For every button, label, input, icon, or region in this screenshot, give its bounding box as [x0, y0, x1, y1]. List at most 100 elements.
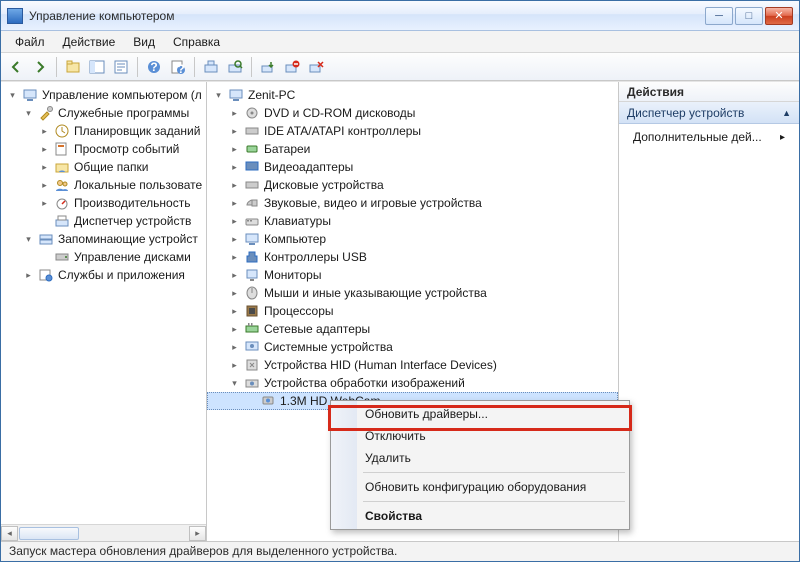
- category-label: Сетевые адаптеры: [264, 322, 370, 336]
- sidebar-item-diskmgmt[interactable]: ▸Управление дисками: [1, 248, 206, 266]
- collapse-icon[interactable]: ▾: [213, 90, 224, 101]
- scroll-right-button[interactable]: ▸: [189, 526, 206, 541]
- expand-icon[interactable]: ▸: [229, 252, 240, 263]
- statusbar: Запуск мастера обновления драйверов для …: [1, 541, 799, 561]
- uninstall-button[interactable]: [281, 56, 303, 78]
- expand-icon[interactable]: ▸: [23, 270, 34, 281]
- scrollbar-horizontal[interactable]: ◂ ▸: [1, 524, 206, 541]
- disable-button[interactable]: [305, 56, 327, 78]
- expand-icon[interactable]: ▸: [39, 144, 50, 155]
- sidebar-item-scheduler[interactable]: ▸ Планировщик заданий: [1, 122, 206, 140]
- expand-icon[interactable]: ▸: [229, 108, 240, 119]
- menu-view[interactable]: Вид: [125, 33, 163, 51]
- device-category[interactable]: ▸Видеоадаптеры: [207, 158, 618, 176]
- properties-button[interactable]: [200, 56, 222, 78]
- item-label: Производительность: [74, 196, 190, 210]
- scroll-left-button[interactable]: ◂: [1, 526, 18, 541]
- device-category[interactable]: ▸Мыши и иные указывающие устройства: [207, 284, 618, 302]
- expand-icon[interactable]: ▸: [229, 288, 240, 299]
- expand-icon[interactable]: ▸: [229, 216, 240, 227]
- device-category[interactable]: ▸Клавиатуры: [207, 212, 618, 230]
- close-button[interactable]: ✕: [765, 7, 793, 25]
- actions-more[interactable]: Дополнительные дей... ▸: [619, 124, 799, 150]
- ctx-disable[interactable]: Отключить: [333, 425, 627, 447]
- sidebar-item-devmgr[interactable]: ▸Диспетчер устройств: [1, 212, 206, 230]
- back-button[interactable]: [5, 56, 27, 78]
- expand-icon[interactable]: ▸: [39, 162, 50, 173]
- expand-icon[interactable]: ▸: [229, 270, 240, 281]
- category-icon: [244, 339, 260, 355]
- left-tree: ▾ Управление компьютером (л ▾ Служебные …: [1, 82, 206, 304]
- expand-icon[interactable]: ▸: [39, 180, 50, 191]
- left-root[interactable]: ▾ Управление компьютером (л: [1, 86, 206, 104]
- body: ▾ Управление компьютером (л ▾ Служебные …: [1, 81, 799, 541]
- device-category[interactable]: ▸Звуковые, видео и игровые устройства: [207, 194, 618, 212]
- expand-icon[interactable]: ▸: [39, 126, 50, 137]
- device-category-imaging[interactable]: ▾ Устройства обработки изображений: [207, 374, 618, 392]
- expand-icon[interactable]: ▸: [229, 324, 240, 335]
- device-category[interactable]: ▸Компьютер: [207, 230, 618, 248]
- collapse-icon[interactable]: ▲: [782, 108, 791, 118]
- category-icon: [244, 267, 260, 283]
- ctx-update-driver[interactable]: Обновить драйверы...: [333, 403, 627, 425]
- expand-icon[interactable]: ▸: [229, 306, 240, 317]
- expand-icon[interactable]: ▸: [229, 234, 240, 245]
- category-label: Устройства обработки изображений: [264, 376, 465, 390]
- device-category[interactable]: ▸Процессоры: [207, 302, 618, 320]
- device-category[interactable]: ▸Батареи: [207, 140, 618, 158]
- collapse-icon[interactable]: ▾: [229, 378, 240, 389]
- device-category[interactable]: ▸Мониторы: [207, 266, 618, 284]
- sidebar-item-users[interactable]: ▸Локальные пользовате: [1, 176, 206, 194]
- sidebar-item-shared[interactable]: ▸Общие папки: [1, 158, 206, 176]
- help-button[interactable]: ?: [143, 56, 165, 78]
- device-category[interactable]: ▸Контроллеры USB: [207, 248, 618, 266]
- sidebar-item-perf[interactable]: ▸ Производительность: [1, 194, 206, 212]
- device-category[interactable]: ▸Дисковые устройства: [207, 176, 618, 194]
- console-tree-button[interactable]: [86, 56, 108, 78]
- expand-icon[interactable]: ▸: [229, 360, 240, 371]
- export-button[interactable]: [110, 56, 132, 78]
- expand-icon[interactable]: ▸: [229, 180, 240, 191]
- device-category[interactable]: ▸Устройства HID (Human Interface Devices…: [207, 356, 618, 374]
- menu-help[interactable]: Справка: [165, 33, 228, 51]
- actions-subheader[interactable]: Диспетчер устройств ▲: [619, 102, 799, 124]
- ctx-scan-hardware[interactable]: Обновить конфигурацию оборудования: [333, 476, 627, 498]
- left-group-storage[interactable]: ▾ Запоминающие устройст: [1, 230, 206, 248]
- item-label: Планировщик заданий: [74, 124, 200, 138]
- forward-button[interactable]: [29, 56, 51, 78]
- device-category[interactable]: ▸ Сетевые адаптеры: [207, 320, 618, 338]
- expand-icon[interactable]: ▸: [229, 162, 240, 173]
- ctx-properties[interactable]: Свойства: [333, 505, 627, 527]
- storage-icon: [38, 231, 54, 247]
- expand-icon[interactable]: ▸: [229, 342, 240, 353]
- ctx-uninstall[interactable]: Удалить: [333, 447, 627, 469]
- scroll-thumb[interactable]: [19, 527, 79, 540]
- minimize-button[interactable]: ─: [705, 7, 733, 25]
- titlebar[interactable]: Управление компьютером ─ □ ✕: [1, 1, 799, 31]
- maximize-button[interactable]: □: [735, 7, 763, 25]
- collapse-icon[interactable]: ▾: [7, 90, 18, 101]
- device-category[interactable]: ▸Системные устройства: [207, 338, 618, 356]
- device-category[interactable]: ▸ IDE ATA/ATAPI контроллеры: [207, 122, 618, 140]
- collapse-icon[interactable]: ▾: [23, 234, 34, 245]
- update-driver-button[interactable]: [257, 56, 279, 78]
- left-group-services-apps[interactable]: ▸ Службы и приложения: [1, 266, 206, 284]
- menu-file[interactable]: Файл: [7, 33, 53, 51]
- device-mgr-icon: [54, 213, 70, 229]
- device-category[interactable]: ▸DVD и CD-ROM дисководы: [207, 104, 618, 122]
- help-topics-button[interactable]: ?: [167, 56, 189, 78]
- expand-icon[interactable]: ▸: [39, 198, 50, 209]
- category-icon: [244, 321, 260, 337]
- collapse-icon[interactable]: ▾: [23, 108, 34, 119]
- category-icon: [244, 303, 260, 319]
- category-label: IDE ATA/ATAPI контроллеры: [264, 124, 421, 138]
- up-button[interactable]: [62, 56, 84, 78]
- expand-icon[interactable]: ▸: [229, 144, 240, 155]
- left-group-services[interactable]: ▾ Служебные программы: [1, 104, 206, 122]
- scan-button[interactable]: [224, 56, 246, 78]
- device-root[interactable]: ▾ Zenit-PC: [207, 86, 618, 104]
- expand-icon[interactable]: ▸: [229, 198, 240, 209]
- sidebar-item-eventviewer[interactable]: ▸Просмотр событий: [1, 140, 206, 158]
- menu-action[interactable]: Действие: [55, 33, 124, 51]
- expand-icon[interactable]: ▸: [229, 126, 240, 137]
